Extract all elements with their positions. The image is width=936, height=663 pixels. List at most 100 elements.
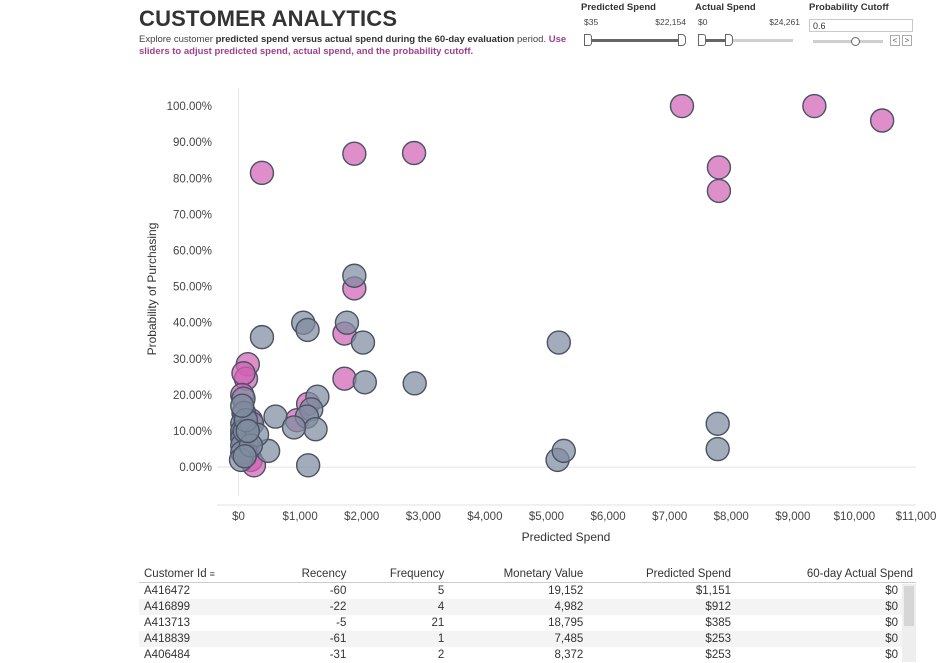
customer-point[interactable] xyxy=(295,453,321,478)
customer-table: Customer Id ≡ Recency Frequency Monetary … xyxy=(139,566,916,663)
sort-icon[interactable]: ≡ xyxy=(210,569,215,579)
x-tick-label: $1,000 xyxy=(283,511,318,523)
table-cell: A416899 xyxy=(139,599,268,615)
customer-point[interactable] xyxy=(342,263,367,288)
table-cell: 19,152 xyxy=(548,585,584,597)
table-cell: 4 xyxy=(349,599,448,615)
x-axis-title: Predicted Spend xyxy=(522,530,611,544)
table-cell: 1 xyxy=(349,631,448,647)
y-tick-label: 100.00% xyxy=(167,101,212,113)
customer-point[interactable] xyxy=(551,438,576,464)
customer-point[interactable] xyxy=(295,317,320,343)
customer-point[interactable] xyxy=(802,93,827,119)
table-cell: A416472 xyxy=(144,585,191,597)
table-cell: $912 xyxy=(586,599,735,615)
y-tick-label: 90.00% xyxy=(173,137,212,149)
y-tick-label: 80.00% xyxy=(173,173,212,185)
table-cell: A406484 xyxy=(144,649,191,661)
table-cell: -22 xyxy=(267,599,350,615)
y-axis-title: Probability of Purchasing xyxy=(145,223,159,356)
table-cell: 4,982 xyxy=(447,599,587,615)
customer-point[interactable] xyxy=(705,411,730,436)
y-tick-label: 60.00% xyxy=(173,245,212,257)
table-cell: 7,485 xyxy=(447,631,587,647)
column-recency[interactable]: Recency xyxy=(267,566,350,583)
table-cell: $0 xyxy=(885,617,898,629)
table-row[interactable]: A413713 -5 21 18,795 $385 $0 xyxy=(139,615,916,631)
table-row[interactable]: A416899 -22 4 4,982 $912 $0 xyxy=(139,599,916,615)
column-customer-id[interactable]: Customer Id ≡ xyxy=(139,566,268,583)
table-cell: 2 xyxy=(437,649,445,661)
customer-point[interactable] xyxy=(869,108,895,133)
customer-point[interactable] xyxy=(232,444,257,469)
customer-point[interactable] xyxy=(332,366,357,391)
table-cell: $0 xyxy=(734,631,916,647)
y-tick-label: 30.00% xyxy=(173,354,212,366)
customer-point[interactable] xyxy=(706,178,732,204)
customer-point[interactable] xyxy=(669,93,695,119)
x-tick-label: $0 xyxy=(232,511,245,523)
table-cell: 8,372 xyxy=(554,649,584,661)
y-tick-label: 20.00% xyxy=(173,390,212,402)
customer-point[interactable] xyxy=(249,160,275,186)
customer-point[interactable] xyxy=(342,141,367,166)
column-monetary-value[interactable]: Monetary Value xyxy=(447,566,587,583)
x-tick-label: $7,000 xyxy=(652,511,687,523)
customer-point[interactable] xyxy=(235,418,260,444)
x-tick-label: $9,000 xyxy=(775,511,810,523)
x-tick-label: $5,000 xyxy=(529,511,564,523)
table-header-row: Customer Id ≡ Recency Frequency Monetary … xyxy=(139,566,916,583)
table-row[interactable]: A418839 -61 1 7,485 $253 $0 xyxy=(139,631,916,647)
x-tick-label: $8,000 xyxy=(714,511,749,523)
table-cell: $0 xyxy=(885,649,898,661)
y-tick-label: 10.00% xyxy=(173,426,212,438)
customer-point[interactable] xyxy=(230,393,255,418)
table-row[interactable]: A416472 -60 5 19,152 $1,151 $0 xyxy=(139,583,916,600)
y-tick-label: 70.00% xyxy=(173,209,212,221)
column-frequency[interactable]: Frequency xyxy=(349,566,448,583)
customer-point[interactable] xyxy=(249,324,275,350)
y-tick-label: 40.00% xyxy=(173,318,212,330)
table-row[interactable]: A406484 -31 2 8,372 $253 $0 xyxy=(139,647,916,663)
x-tick-label: $6,000 xyxy=(590,511,625,523)
table-cell: 18,795 xyxy=(548,617,584,629)
column-label: Customer Id xyxy=(144,568,207,580)
customer-point[interactable] xyxy=(350,330,376,355)
customer-point[interactable] xyxy=(352,370,378,395)
y-tick-label: 0.00% xyxy=(179,462,212,474)
x-tick-label: $4,000 xyxy=(467,511,502,523)
column-predicted-spend[interactable]: Predicted Spend xyxy=(586,566,735,583)
table-cell: -31 xyxy=(329,649,347,661)
table-cell: 5 xyxy=(437,585,445,597)
table-cell: -61 xyxy=(267,631,350,647)
table-cell: A413713 xyxy=(144,617,191,629)
x-tick-label: $11,000 xyxy=(896,511,936,523)
table-scrollbar[interactable] xyxy=(902,584,916,662)
x-tick-label: $2,000 xyxy=(344,511,379,523)
scrollbar-thumb[interactable] xyxy=(904,586,914,626)
customer-point[interactable] xyxy=(334,310,360,335)
column-actual-spend[interactable]: 60-day Actual Spend xyxy=(734,566,916,583)
y-tick-label: 50.00% xyxy=(173,282,212,294)
table-cell: 21 xyxy=(431,617,445,629)
customer-point[interactable] xyxy=(231,361,256,386)
table-cell: -5 xyxy=(336,617,347,629)
x-tick-label: $10,000 xyxy=(834,511,876,523)
table-cell: A418839 xyxy=(139,631,268,647)
table-cell: $0 xyxy=(734,599,916,615)
customer-point[interactable] xyxy=(546,330,572,355)
table-cell: $0 xyxy=(885,585,898,597)
table-cell: $385 xyxy=(705,617,732,629)
scatter-chart: 0.00% 10.00% 20.00% 30.00% 40.00% 50.00% 60.00… xyxy=(145,88,936,544)
table-cell: $1,151 xyxy=(695,585,732,597)
table-cell: $253 xyxy=(705,649,732,661)
x-tick-label: $3,000 xyxy=(406,511,441,523)
customer-point[interactable] xyxy=(281,415,307,440)
customer-point[interactable] xyxy=(401,140,427,166)
customer-point[interactable] xyxy=(705,436,730,462)
customer-point[interactable] xyxy=(402,371,427,396)
customer-point[interactable] xyxy=(303,417,328,442)
table-cell: -60 xyxy=(329,585,347,597)
customer-point[interactable] xyxy=(706,155,732,180)
table-cell: $253 xyxy=(586,631,735,647)
